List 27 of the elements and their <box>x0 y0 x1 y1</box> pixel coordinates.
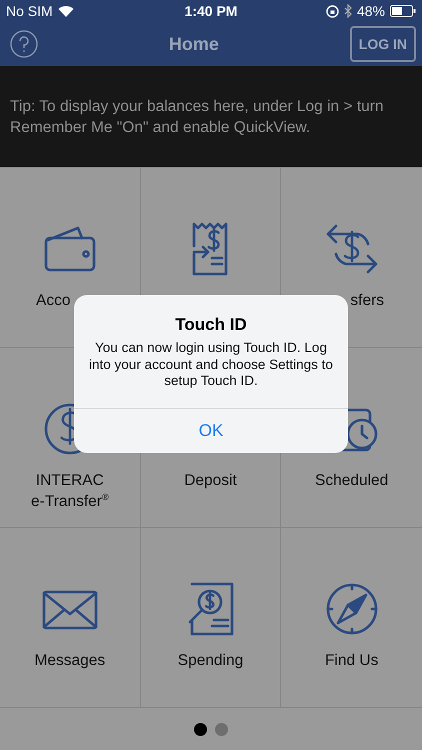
tile-label: Acco <box>36 292 70 309</box>
tile-label: Scheduled <box>315 472 388 489</box>
battery-percent: 48% <box>356 3 385 19</box>
carrier: No SIM <box>6 3 53 19</box>
tile-label: Deposit <box>184 472 237 489</box>
tile-label: e-Transfer$^{®}$ <box>31 491 109 510</box>
ok-button[interactable]: OK <box>74 408 348 452</box>
tile-label: Messages <box>34 652 106 669</box>
tile-label: Spending <box>178 652 244 669</box>
tile-label: sfers <box>350 292 384 309</box>
help-icon[interactable] <box>10 30 38 58</box>
dialog-title: Touch ID <box>174 315 248 335</box>
clock-time: 1:40 PM <box>184 3 238 19</box>
rotation-lock-icon <box>326 4 339 18</box>
battery-icon <box>390 5 416 17</box>
tile-label: Find Us <box>324 652 378 669</box>
page-dot[interactable] <box>194 722 207 736</box>
screen-title: Home <box>168 34 219 54</box>
login-button[interactable]: LOG IN <box>350 26 416 62</box>
page-dot[interactable] <box>215 722 228 736</box>
tile-label: INTERAC <box>36 472 104 489</box>
menu-tile[interactable]: Spending <box>140 528 282 708</box>
wifi-icon <box>58 5 74 17</box>
menu-tile[interactable]: Find Us <box>281 528 422 708</box>
tip-text: Tip: To display your balances here, under Log in > turn Remember Me "On" and enable QuickView. <box>10 96 385 138</box>
bluetooth-icon <box>344 4 352 18</box>
menu-tile[interactable]: Messages <box>0 528 141 708</box>
